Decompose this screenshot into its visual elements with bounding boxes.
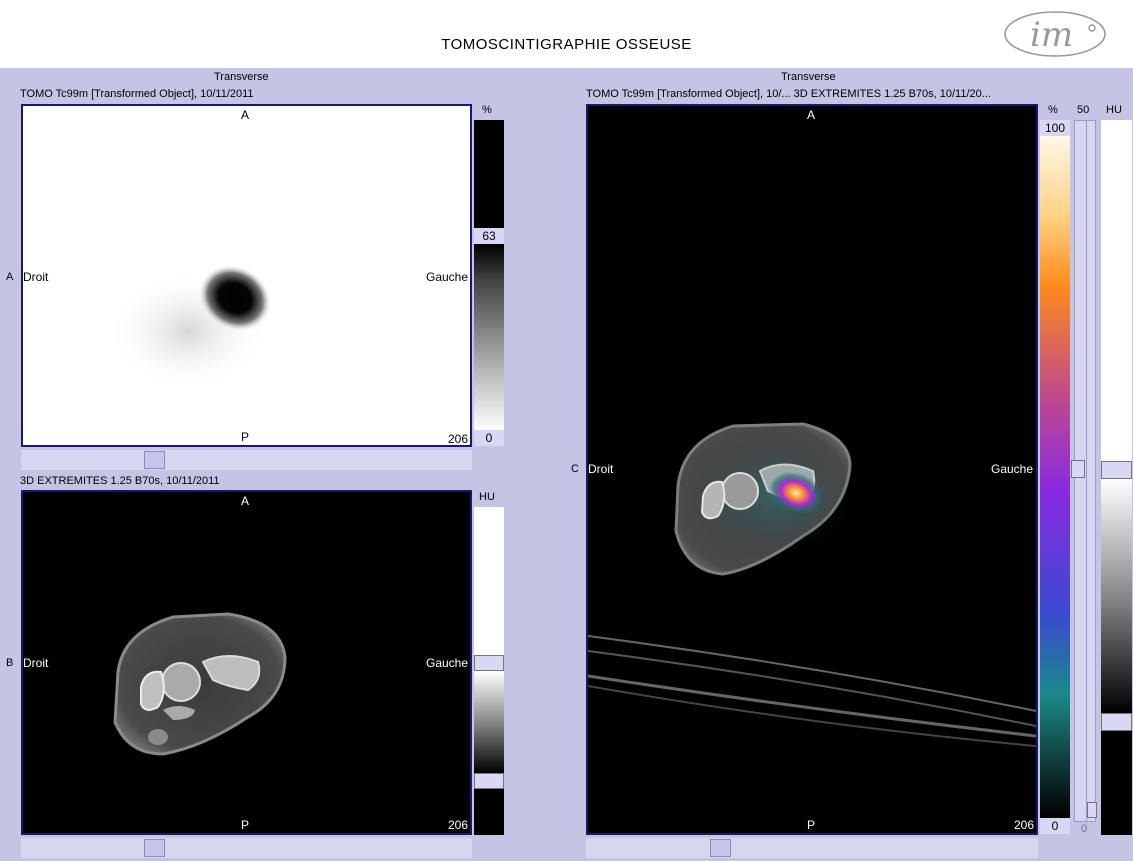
blend-slider-lower-thumb[interactable] (1087, 802, 1097, 818)
report-header (0, 0, 1133, 68)
spect-scrollbar[interactable] (21, 450, 472, 470)
panel-c-series: TOMO Tc99m [Transformed Object], 10/... … (586, 88, 991, 100)
spect-scale-unit: % (482, 104, 492, 116)
spect-label-posterior: P (241, 430, 250, 444)
panel-a-row-letter: A (6, 271, 14, 283)
fusion-scroll-thumb[interactable] (710, 839, 731, 857)
page-title: TOMOSCINTIGRAPHIE OSSEUSE (441, 36, 692, 53)
fusion-label-posterior: P (807, 818, 816, 832)
ct-label-anterior: A (241, 494, 250, 508)
fusion-scrollbar[interactable] (586, 838, 1038, 858)
ct-scale-upper (474, 507, 504, 655)
blend-slider-thumb[interactable] (1071, 460, 1085, 478)
spect-scale-min[interactable]: 0 (474, 430, 504, 446)
panel-c-section: Transverse (781, 71, 836, 83)
spect-scale-upper (474, 120, 504, 228)
fusion-label-right: Droit (588, 462, 614, 476)
panel-a-section: Transverse (214, 71, 269, 83)
spect-label-anterior: A (241, 108, 250, 122)
fusion-label-anterior: A (807, 108, 816, 122)
fusion-hu-upper (1101, 120, 1132, 461)
blend-min: 0 (1081, 823, 1088, 835)
ct-scroll-thumb[interactable] (144, 839, 165, 857)
im-logo: im (1000, 6, 1110, 62)
ct-scale-unit: HU (479, 491, 495, 503)
ct-scrollbar[interactable] (21, 838, 472, 858)
fusion-slice-number: 206 (1014, 818, 1035, 832)
ct-window-upper-handle[interactable] (474, 655, 504, 671)
panel-b-row-letter: B (6, 657, 14, 669)
fusion-label-left: Gauche (991, 462, 1034, 476)
spect-grayscale-bar (474, 244, 504, 430)
ct-window-lower-handle[interactable] (474, 773, 504, 789)
spect-viewport[interactable]: A P Droit Gauche 206 (21, 104, 472, 447)
spect-scroll-thumb[interactable] (144, 451, 165, 469)
fusion-hu-grayscale-bar (1101, 479, 1132, 713)
spect-label-left: Gauche (426, 270, 469, 284)
fusion-scale-max[interactable]: 100 (1040, 120, 1070, 136)
fusion-color-bar (1040, 136, 1070, 818)
ct-label-left: Gauche (426, 656, 469, 670)
ct-scale-lower (474, 789, 504, 835)
ct-label-right: Droit (23, 656, 49, 670)
fusion-viewport[interactable]: A P Droit Gauche 206 (586, 104, 1038, 835)
spect-label-right: Droit (23, 270, 49, 284)
panel-a-series: TOMO Tc99m [Transformed Object], 10/11/2… (20, 88, 254, 100)
logo-text: im (1030, 15, 1073, 55)
fusion-hu-upper-handle[interactable] (1101, 461, 1132, 479)
spect-scale-max[interactable]: 63 (474, 228, 504, 244)
fusion-hu-lower-handle[interactable] (1101, 713, 1132, 731)
fusion-hu-lower (1101, 731, 1132, 835)
fusion-hu-unit: HU (1106, 104, 1122, 116)
panel-c-row-letter: C (571, 463, 579, 475)
panel-b-series: 3D EXTREMITES 1.25 B70s, 10/11/2011 (20, 475, 220, 487)
blend-value: 50 (1077, 104, 1090, 116)
ct-grayscale-bar (474, 671, 504, 773)
ct-label-posterior: P (241, 818, 250, 832)
blend-slider-track-2[interactable] (1086, 120, 1096, 822)
ct-slice-number: 206 (448, 818, 469, 832)
fusion-scale-unit: % (1048, 104, 1058, 116)
fusion-scale-min[interactable]: 0 (1040, 818, 1070, 834)
spect-slice-number: 206 (448, 432, 469, 446)
ct-viewport[interactable]: A P Droit Gauche 206 (21, 490, 472, 835)
